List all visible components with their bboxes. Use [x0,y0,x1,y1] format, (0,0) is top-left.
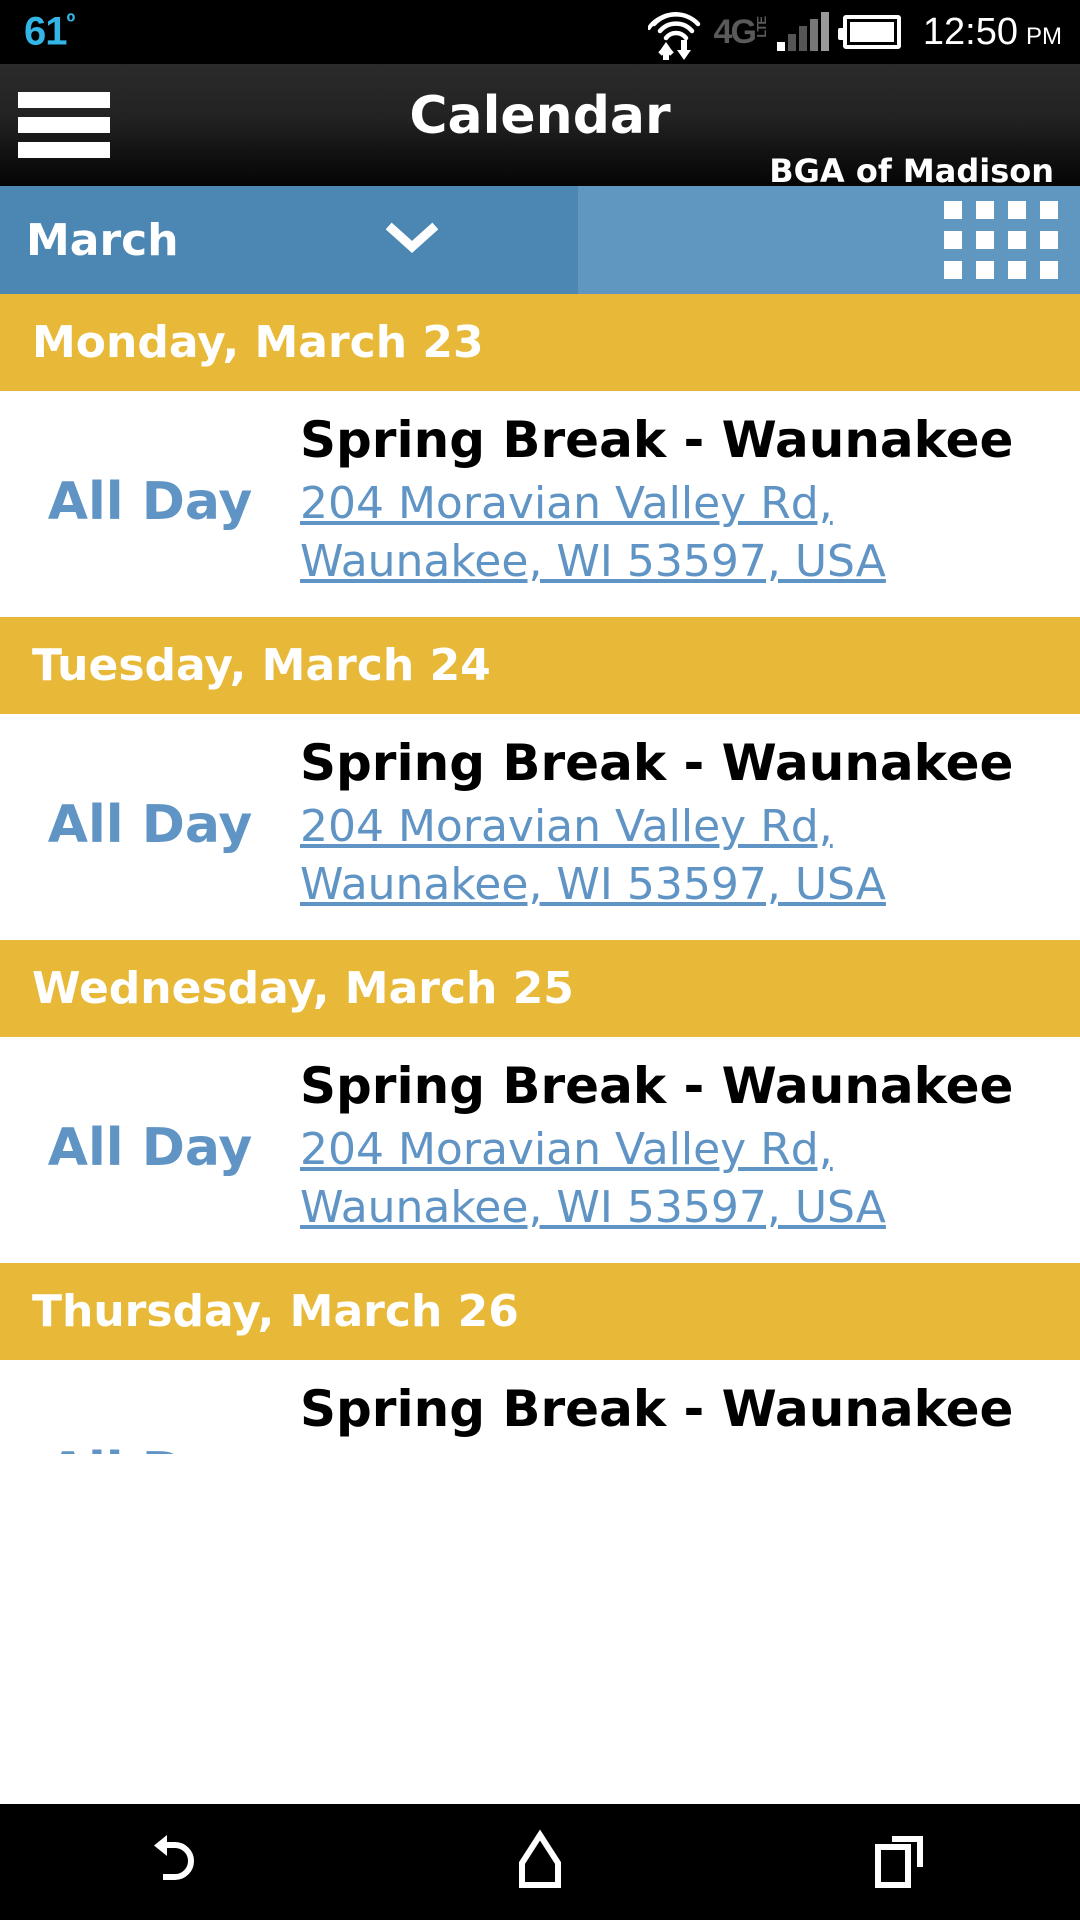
grid-view-button[interactable] [578,186,1080,294]
month-label: March [26,214,179,266]
event-time: All Day [47,472,253,533]
app-root: 61º 4G LTE 12:50 PM Calendar BGA of Madi… [0,0,1080,1920]
event-body: Spring Break - Waunakee204 Moravian Vall… [300,1059,1080,1237]
day-header: Wednesday, March 25 [0,940,1080,1038]
event-title: Spring Break - Waunakee [300,1380,1014,1439]
network-type-icon: 4G LTE [713,13,769,51]
event-time: All Day [47,1118,253,1179]
day-header-label: Thursday, March 26 [32,1286,519,1338]
network-sub-label: LTE [753,17,769,38]
event-location-link[interactable]: 204 Moravian Valley Rd, [300,1121,833,1179]
organization-name: BGA of Madison [769,152,1054,190]
event-title: Spring Break - Waunakee [300,411,1014,469]
month-dropdown[interactable]: March [0,186,578,294]
event-location-link[interactable]: 204 Moravian Valley Rd, [300,1444,833,1454]
month-bar: March [0,186,1080,294]
android-nav-bar [0,1804,1080,1920]
back-arrow-icon [149,1829,211,1895]
event-title: Spring Break - Waunakee [300,1057,1014,1116]
chevron-down-icon [385,222,439,258]
event-row[interactable]: All DaySpring Break - Waunakee 204 Moravi… [0,1360,1080,1454]
event-location-link[interactable]: Waunakee, WI 53597, USA [300,856,886,914]
day-header-label: Tuesday, March 24 [32,640,491,692]
recent-apps-icon [870,1829,930,1895]
event-location-link[interactable]: 204 Moravian Valley Rd, [300,798,833,856]
home-button[interactable] [460,1804,620,1920]
temperature-indicator: 61º [24,9,76,54]
grid-view-icon [944,201,1058,279]
event-time: All Day [0,1382,300,1454]
event-time: All Day [47,795,253,856]
wifi-transfer-icon [647,6,704,60]
event-row[interactable]: All Day Spring Break - Waunakee204 Moravi… [0,714,1080,941]
back-button[interactable] [100,1804,260,1920]
home-icon [512,1829,568,1895]
event-body: Spring Break - Waunakee 204 Moravian Vall… [300,413,1080,591]
event-row[interactable]: All Day Spring Break - Waunakee204 Moravi… [0,1037,1080,1264]
clock-time: 12:50 [922,10,1018,53]
day-header: Monday, March 23 [0,294,1080,391]
day-header-label: Wednesday, March 25 [32,963,574,1015]
page-title: Calendar [409,86,671,146]
signal-bars-icon [776,12,829,51]
status-bar: 61º 4G LTE 12:50 PM [0,0,1080,64]
network-type-label: 4G [713,13,757,51]
recent-apps-button[interactable] [820,1804,980,1920]
temperature-value: 61 [24,9,67,54]
day-header-label: Monday, March 23 [32,317,484,368]
event-body: Spring Break - Waunakee204 Moravian Vall… [300,736,1080,914]
day-header: Tuesday, March 24 [0,617,1080,715]
status-icons: 4G LTE 12:50 PM [647,0,1080,64]
event-location-link[interactable]: Waunakee, WI 53597, USA [300,533,886,591]
battery-full-icon [837,15,901,49]
event-title: Spring Break - Waunakee [300,734,1014,793]
day-header: Thursday, March 26 [0,1263,1080,1361]
calendar-event-list[interactable]: Monday, March 23 All Day Spring Break - Wa… [0,294,1080,1454]
degree-symbol: º [66,9,76,37]
clock: 12:50 PM [923,11,1062,54]
clock-ampm: PM [1026,22,1062,50]
event-location-link[interactable]: Waunakee, WI 53597, USA [300,1179,886,1237]
event-row[interactable]: All Day Spring Break - Waunakee 204 Moravi… [0,391,1080,618]
event-body: Spring Break - Waunakee 204 Moravian Vall… [300,1382,1080,1454]
event-location-link[interactable]: 204 Moravian Valley Rd, [300,475,833,533]
title-bar: Calendar BGA of Madison [0,64,1080,190]
